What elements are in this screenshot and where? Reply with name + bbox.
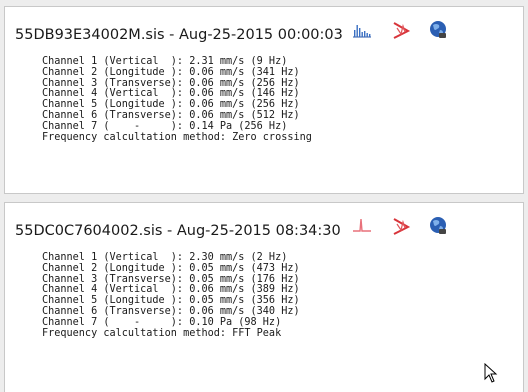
event-record-2: 55DC0C7604002.sis - Aug-25-2015 08:34:30… (4, 202, 524, 392)
channel-readings: Channel 1 (Vertical ): 2.31 mm/s (9 Hz) C… (42, 56, 312, 143)
waveform-icon[interactable] (391, 19, 413, 41)
reading-line: Channel 7 ( - ): 0.10 Pa (98 Hz) (42, 316, 282, 328)
spectrum-icon[interactable] (351, 215, 373, 237)
record-title: 55DC0C7604002.sis - Aug-25-2015 08:34:30 (15, 223, 341, 239)
event-record-1: 55DB93E34002M.sis - Aug-25-2015 00:00:03 (4, 6, 524, 194)
reading-line: Channel 2 (Longitude ): 0.06 mm/s (341 H… (42, 66, 300, 78)
mouse-cursor-icon (484, 363, 498, 383)
frequency-method: Frequency calcultation method: Zero cros… (42, 131, 312, 143)
globe-icon[interactable] (427, 215, 449, 237)
record-title: 55DB93E34002M.sis - Aug-25-2015 00:00:03 (15, 27, 343, 43)
channel-readings: Channel 1 (Vertical ): 2.30 mm/s (2 Hz) C… (42, 252, 300, 339)
waveform-icon[interactable] (391, 215, 413, 237)
globe-icon[interactable] (427, 19, 449, 41)
frequency-method: Frequency calcultation method: FFT Peak (42, 327, 282, 339)
reading-line: Channel 2 (Longitude ): 0.05 mm/s (473 H… (42, 262, 300, 274)
reading-line: Channel 7 ( - ): 0.14 Pa (256 Hz) (42, 120, 288, 132)
bar-chart-icon[interactable] (351, 19, 373, 41)
